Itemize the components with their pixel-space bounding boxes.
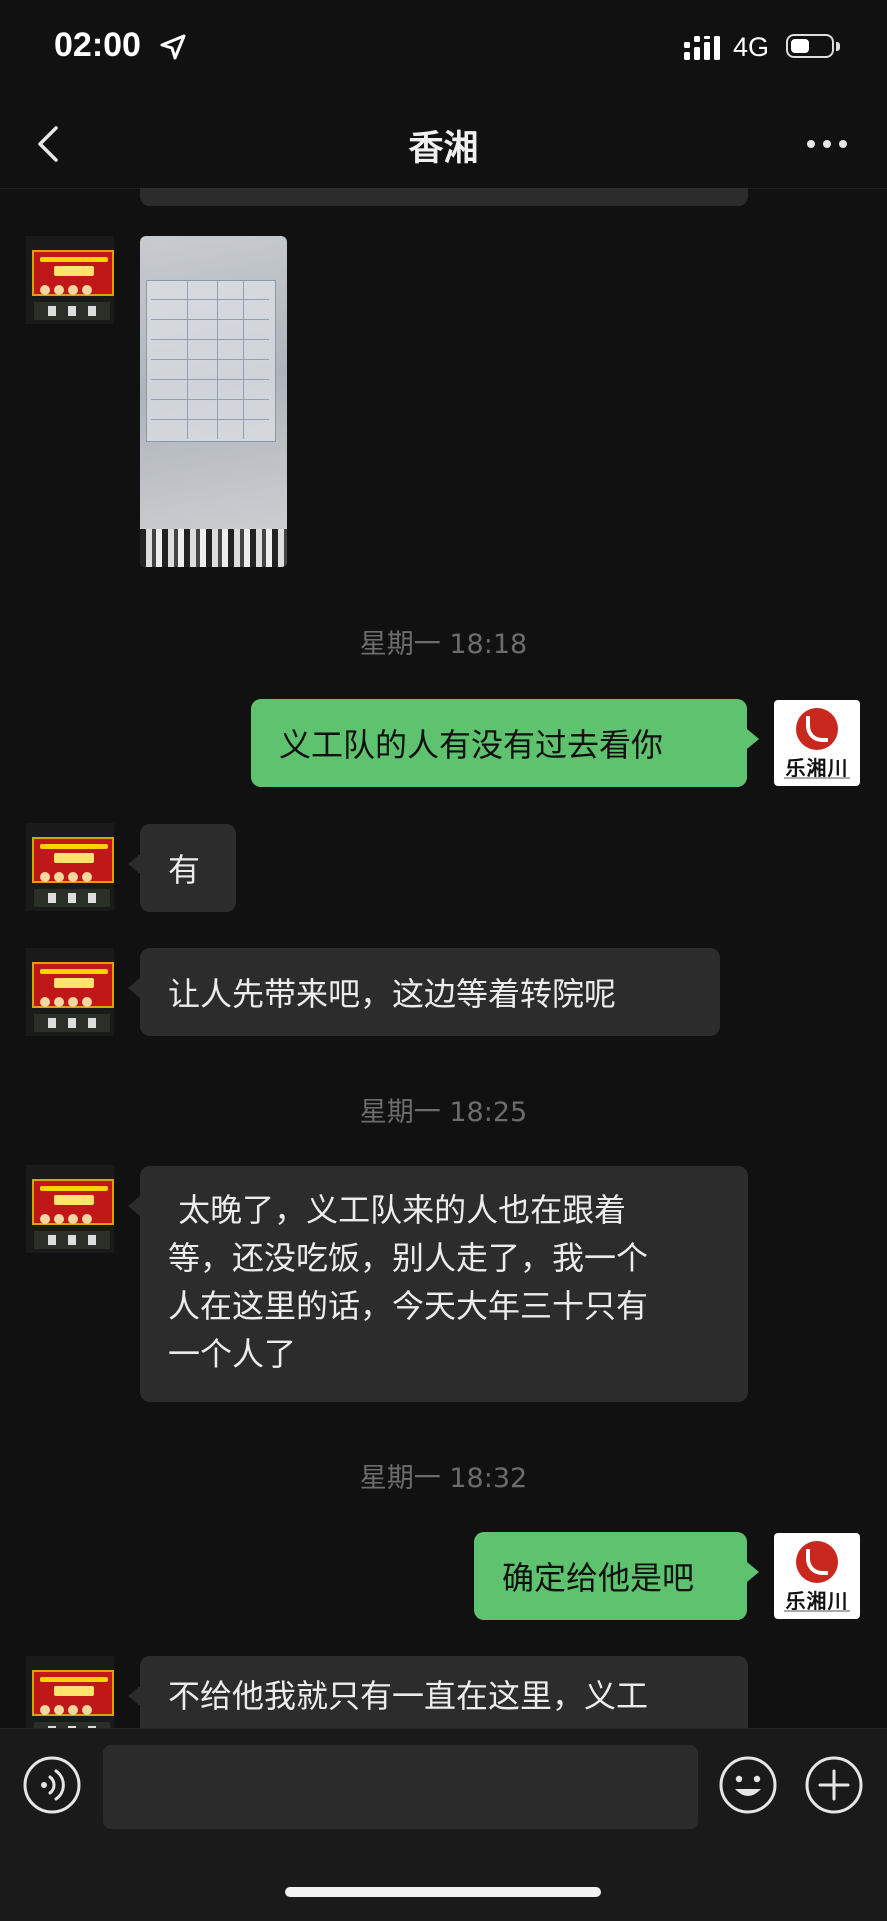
more-options-icon[interactable]	[797, 124, 857, 164]
sent-message-bubble[interactable]: 义工队的人有没有过去看你	[251, 699, 759, 787]
chat-title: 香湘	[408, 129, 479, 169]
contact-avatar[interactable]	[26, 1165, 114, 1253]
chat-header: 香湘	[0, 100, 887, 189]
message-line: 等，还没吃饭，别人走了，我一个	[168, 1239, 649, 1277]
cellular-signal-icon	[684, 36, 720, 60]
location-arrow-icon	[160, 34, 186, 60]
contact-avatar[interactable]	[26, 1656, 114, 1728]
received-message-bubble[interactable]: 太晚了，义工队来的人也在跟着 等，还没吃饭，别人走了，我一个 人在这里的话，今天…	[128, 1166, 748, 1402]
contact-avatar[interactable]	[26, 823, 114, 911]
message-timestamp: 星期一 18:32	[359, 1463, 528, 1494]
received-message-bubble[interactable]: 不给他我就只有一直在这里，义工	[128, 1656, 748, 1728]
status-bar: 02:00 4G	[0, 0, 887, 100]
status-time: 02:00	[54, 26, 141, 64]
message-line: 人在这里的话，今天大年三十只有	[168, 1287, 649, 1325]
message-timestamp: 星期一 18:25	[359, 1097, 528, 1128]
plus-icon[interactable]	[804, 1755, 864, 1815]
image-message[interactable]	[140, 236, 287, 567]
input-toolbar	[0, 1728, 887, 1921]
message-list[interactable]: 星期一 18:18 义工队的人有没有过去看你 乐湘川 有 让人先带来吧，这边等着…	[0, 188, 887, 1728]
emoji-icon[interactable]	[718, 1755, 778, 1815]
contact-avatar[interactable]	[26, 236, 114, 324]
message-timestamp: 星期一 18:18	[359, 629, 528, 660]
message-input[interactable]	[103, 1745, 698, 1829]
contact-avatar[interactable]	[26, 948, 114, 1036]
network-type: 4G	[733, 32, 770, 62]
sent-message-bubble[interactable]: 确定给他是吧	[474, 1532, 759, 1620]
received-message-bubble[interactable]: 让人先带来吧，这边等着转院呢	[128, 948, 720, 1036]
self-avatar[interactable]: 乐湘川	[774, 1533, 860, 1619]
message-line: 太晚了，义工队来的人也在跟着	[168, 1191, 627, 1229]
logo-fish-icon	[796, 1541, 838, 1583]
self-avatar[interactable]: 乐湘川	[774, 700, 860, 786]
logo-fish-icon	[796, 708, 838, 750]
message-line: 一个人了	[168, 1335, 297, 1373]
previous-message-bubble[interactable]	[140, 188, 748, 206]
battery-icon	[786, 34, 840, 58]
received-message-bubble[interactable]: 有	[128, 824, 236, 912]
home-indicator[interactable]	[285, 1887, 601, 1897]
voice-icon[interactable]	[22, 1755, 82, 1815]
